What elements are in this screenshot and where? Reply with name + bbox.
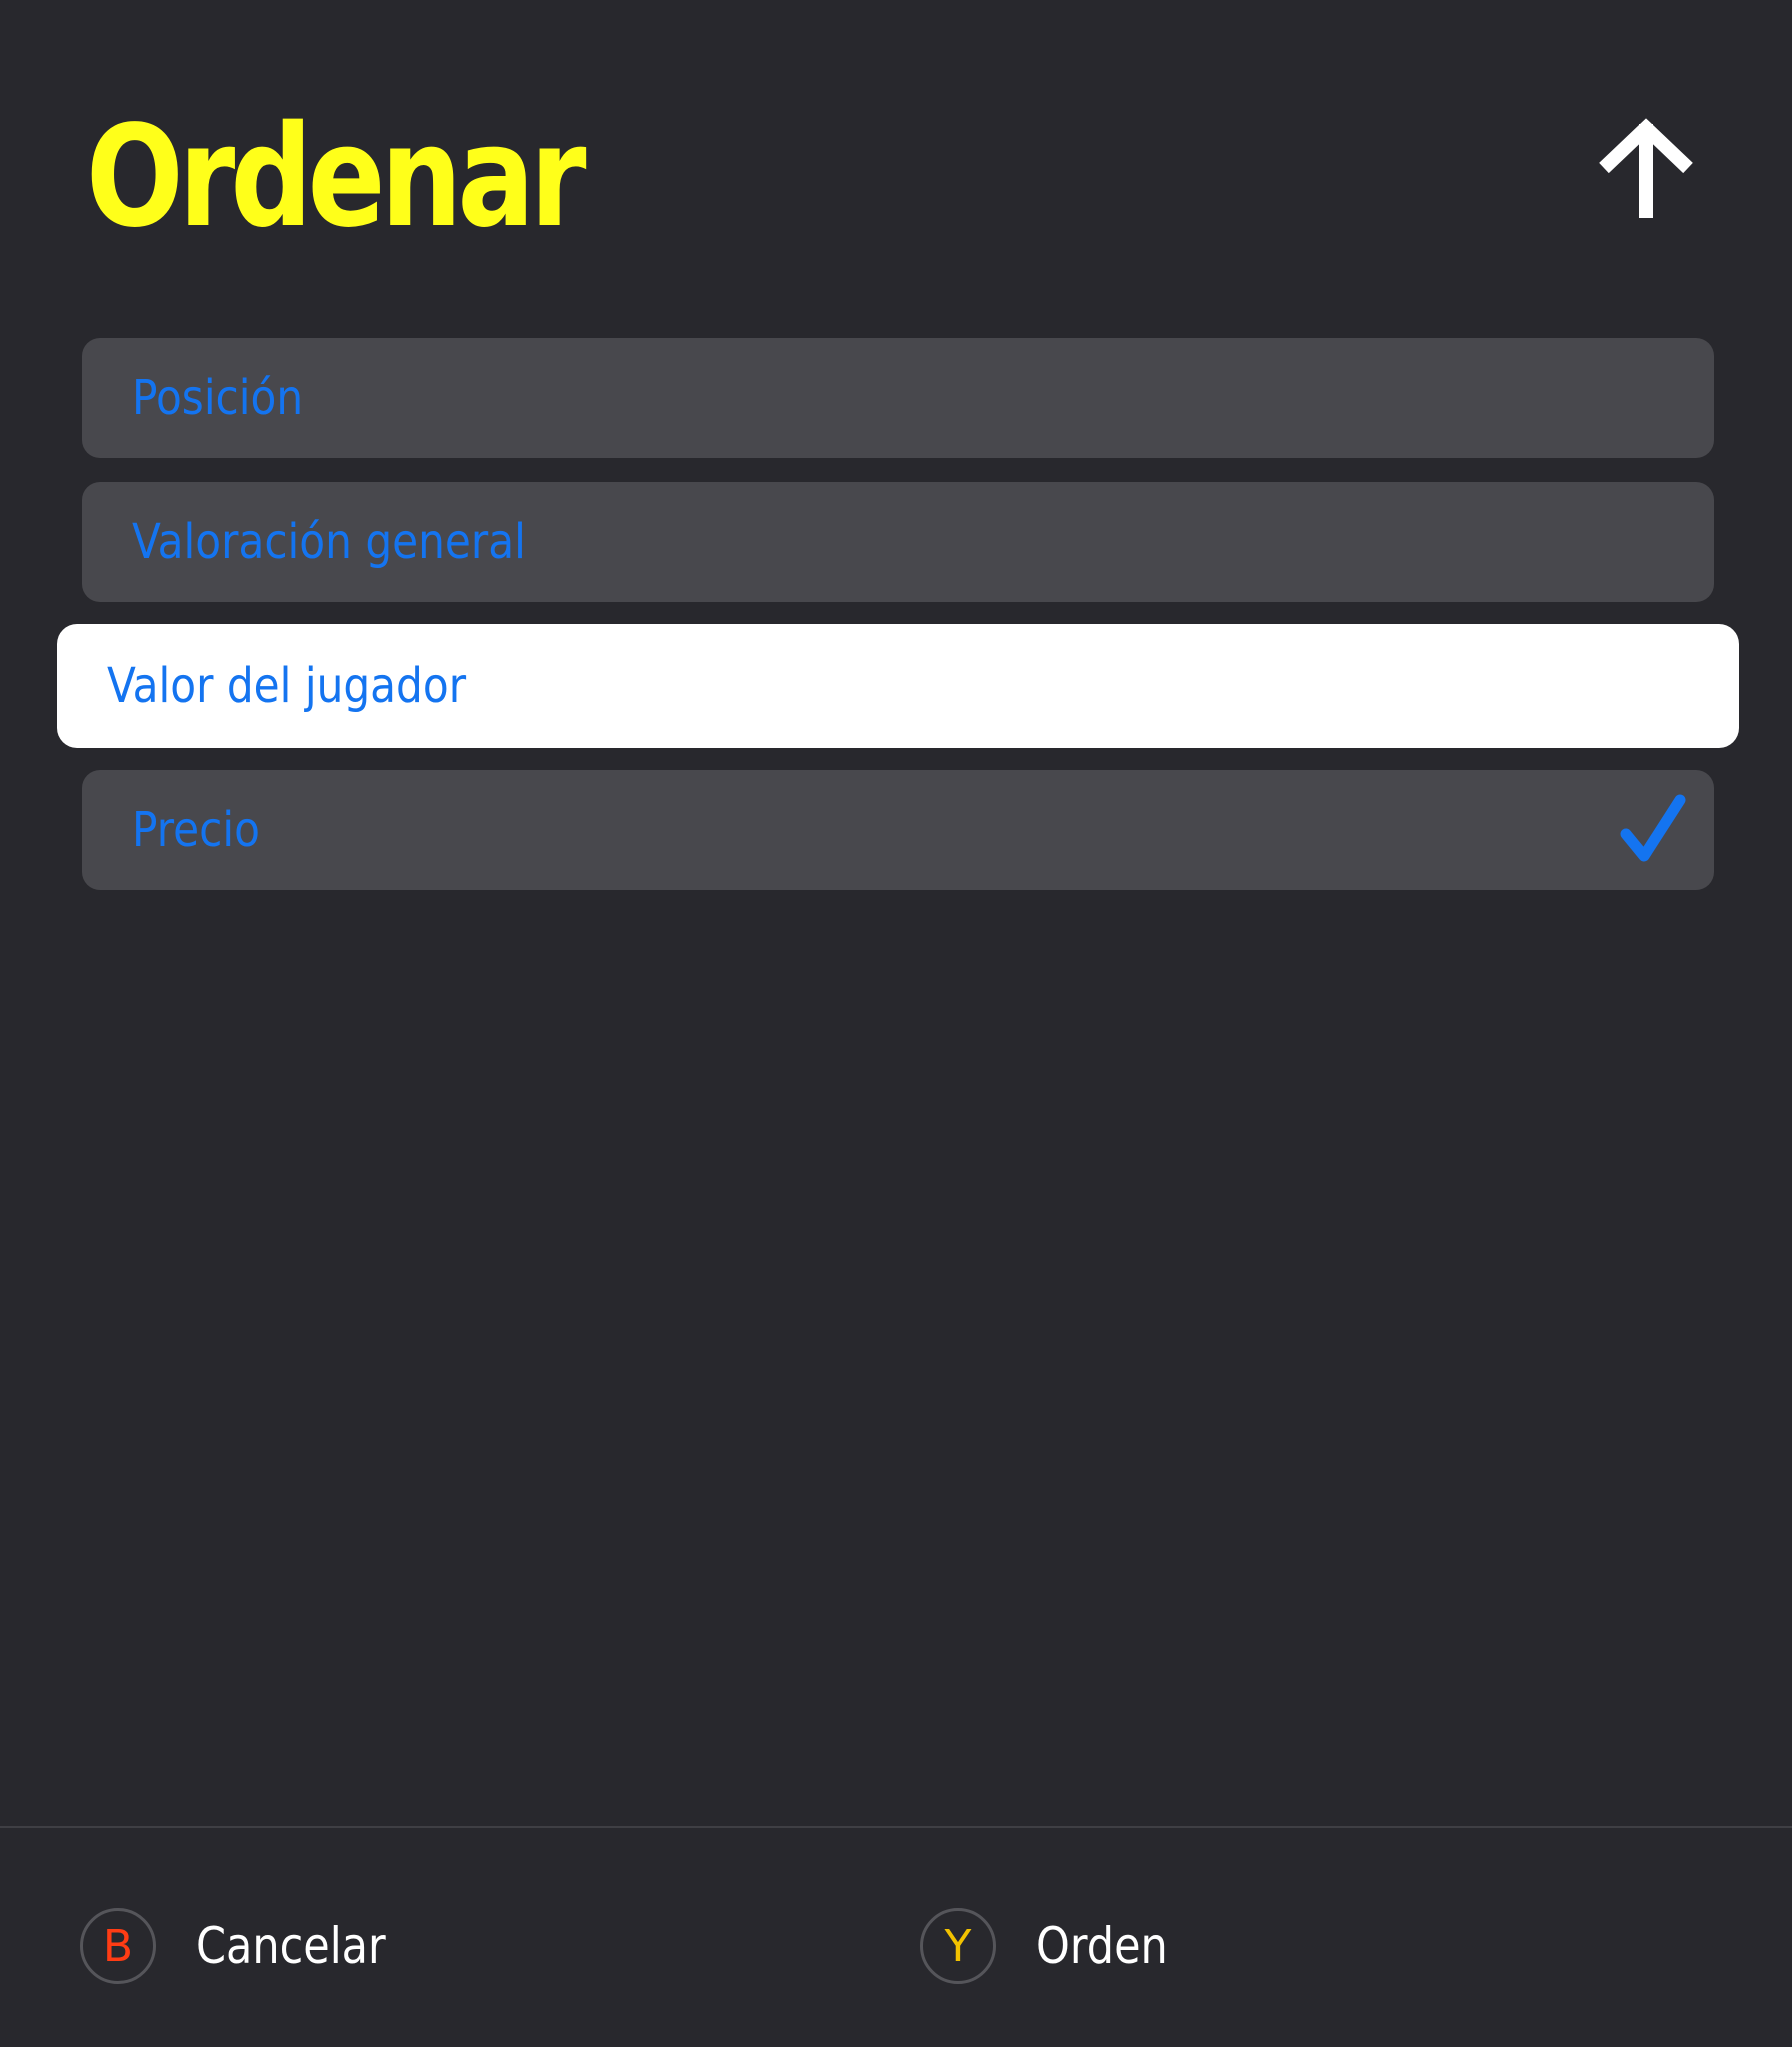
sort-option-label: Valoración general <box>132 514 526 570</box>
cancel-button[interactable]: B Cancelar <box>80 1908 417 1984</box>
sort-option-valoracion-general[interactable]: Valoración general <box>82 482 1714 602</box>
sort-screen: Ordenar Posición Valoración general Valo… <box>0 0 1792 2047</box>
b-button-icon: B <box>80 1908 156 1984</box>
sort-option-label: Precio <box>132 802 260 858</box>
order-button[interactable]: Y Orden <box>920 1908 1189 1984</box>
sort-option-label: Posición <box>132 370 304 426</box>
y-button-icon: Y <box>920 1908 996 1984</box>
sort-option-label: Valor del jugador <box>107 658 467 714</box>
arrow-up-icon <box>1599 118 1693 218</box>
checkmark-icon <box>1618 794 1688 866</box>
sort-option-valor-del-jugador[interactable]: Valor del jugador <box>57 624 1739 748</box>
footer-divider <box>0 1826 1792 1828</box>
page-title: Ordenar <box>86 96 587 259</box>
sort-option-precio[interactable]: Precio <box>82 770 1714 890</box>
cancel-label: Cancelar <box>196 1917 386 1975</box>
order-label: Orden <box>1036 1917 1168 1975</box>
sort-direction-toggle[interactable] <box>1598 118 1694 226</box>
sort-option-posicion[interactable]: Posición <box>82 338 1714 458</box>
